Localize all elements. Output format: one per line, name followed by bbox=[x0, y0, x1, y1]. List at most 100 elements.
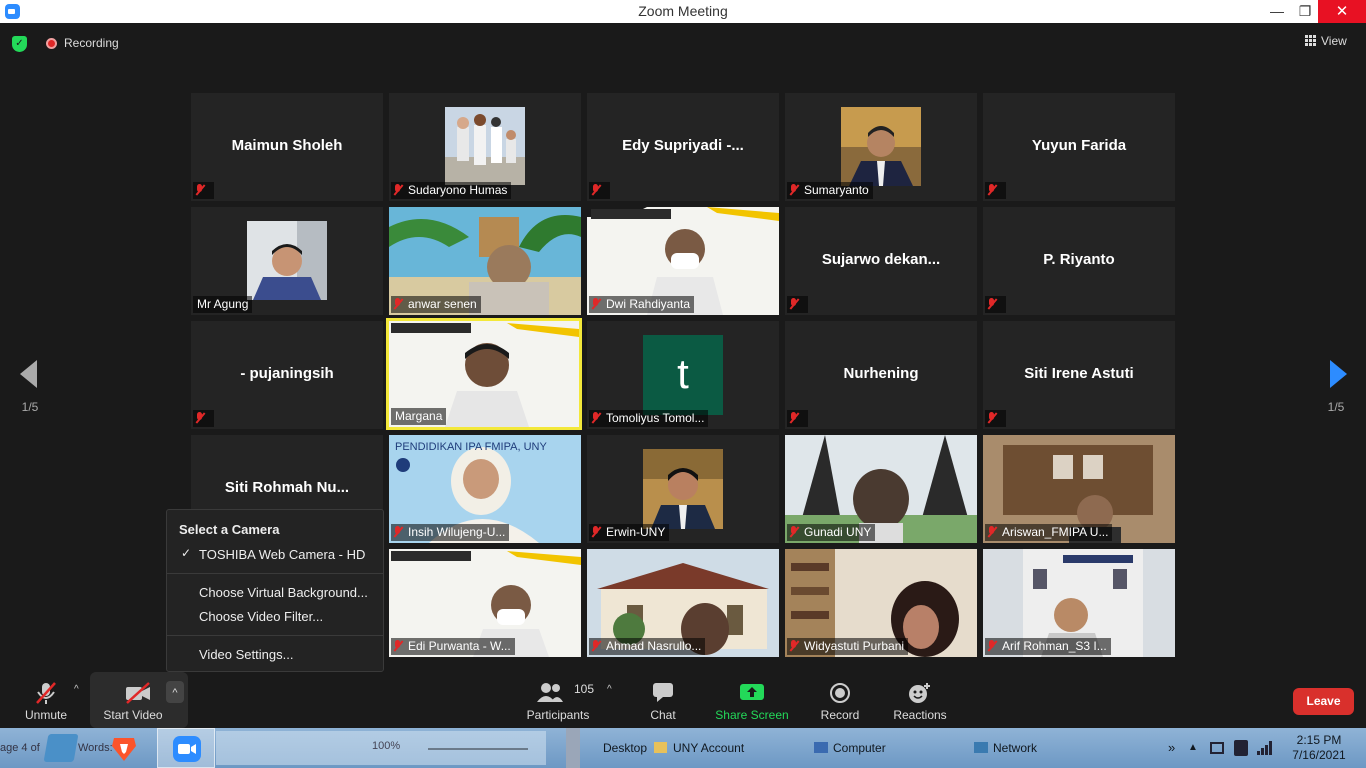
participant-name: Erwin-UNY bbox=[606, 525, 666, 539]
participant-label: Tomoliyus Tomol... bbox=[589, 410, 709, 427]
audio-options-caret-icon[interactable]: ^ bbox=[74, 684, 79, 695]
arrow-left-icon bbox=[20, 360, 37, 388]
mic-muted-icon bbox=[195, 412, 205, 424]
video-options-caret-icon[interactable]: ^ bbox=[166, 681, 184, 703]
mic-muted-icon bbox=[987, 412, 997, 424]
unmute-button[interactable]: Unmute bbox=[16, 672, 76, 728]
participant-tile[interactable]: Edy Supriyadi -... bbox=[587, 93, 779, 201]
uny-account-folder[interactable]: UNY Account bbox=[654, 728, 744, 768]
record-button[interactable]: Record bbox=[812, 672, 868, 728]
mic-muted-icon bbox=[789, 184, 799, 196]
network-shortcut[interactable]: Network bbox=[974, 728, 1037, 768]
participant-tile[interactable]: Ahmad Nasrullo... bbox=[587, 549, 779, 657]
participant-tile[interactable]: Gunadi UNY bbox=[785, 435, 977, 543]
maximize-button[interactable]: ❐ bbox=[1290, 0, 1320, 23]
scrollbar[interactable] bbox=[566, 728, 580, 768]
show-hidden-icons-icon[interactable]: ▲ bbox=[1188, 728, 1198, 768]
mic-muted-icon bbox=[591, 184, 601, 196]
chat-button[interactable]: Chat bbox=[638, 672, 688, 728]
minimize-button[interactable]: — bbox=[1262, 0, 1292, 23]
participants-button[interactable]: 105 Participants bbox=[522, 672, 594, 728]
participant-tile[interactable]: PENDIDIKAN IPA FMIPA, UNY Insih Wilujeng… bbox=[389, 435, 581, 543]
share-screen-button[interactable]: Share Screen bbox=[712, 672, 792, 728]
participant-name: Siti Rohmah Nu... bbox=[224, 479, 350, 496]
camera-option[interactable]: TOSHIBA Web Camera - HD bbox=[199, 547, 365, 562]
mic-muted-icon bbox=[987, 640, 997, 652]
participant-name: Insih Wilujeng-U... bbox=[408, 525, 506, 539]
participant-tile[interactable]: Dwi Rahdiyanta bbox=[587, 207, 779, 315]
participant-tile[interactable]: Maimun Sholeh bbox=[191, 93, 383, 201]
mic-muted-icon bbox=[591, 412, 601, 424]
participant-tile[interactable]: Ariswan_FMIPA U... bbox=[983, 435, 1175, 543]
participant-label: Erwin-UNY bbox=[589, 524, 670, 541]
participant-tile[interactable]: Sujarwo dekan... bbox=[785, 207, 977, 315]
clock-date: 7/16/2021 bbox=[1292, 748, 1346, 762]
view-button[interactable]: View bbox=[1305, 34, 1347, 48]
next-page-button[interactable]: 1/5 bbox=[1306, 320, 1366, 440]
participant-name: Tomoliyus Tomol... bbox=[606, 411, 705, 425]
participant-tile[interactable]: - pujaningsih bbox=[191, 321, 383, 429]
desktop-toolbar[interactable]: Desktop bbox=[603, 728, 647, 768]
recording-label[interactable]: Recording bbox=[64, 36, 119, 50]
share-screen-label: Share Screen bbox=[715, 708, 789, 722]
participant-tile[interactable]: anwar senen bbox=[389, 207, 581, 315]
recording-dot-icon bbox=[46, 38, 57, 49]
view-label: View bbox=[1321, 34, 1347, 48]
mic-muted-icon bbox=[987, 526, 997, 538]
leave-button[interactable]: Leave bbox=[1293, 688, 1354, 715]
signal-icon[interactable] bbox=[1257, 741, 1273, 755]
toolbar-overflow-icon[interactable]: » bbox=[1168, 728, 1175, 768]
notepad-icon[interactable] bbox=[43, 734, 79, 762]
action-center-icon[interactable] bbox=[1210, 742, 1224, 754]
zoom-slider[interactable] bbox=[428, 748, 528, 750]
participant-name: Mr Agung bbox=[197, 297, 249, 311]
start-video-button[interactable]: Start Video ^ bbox=[90, 672, 188, 728]
power-icon[interactable] bbox=[1234, 740, 1248, 756]
folder-icon bbox=[654, 742, 667, 753]
camera-menu: Select a Camera ✓ TOSHIBA Web Camera - H… bbox=[166, 509, 384, 672]
participant-name: Yuyun Farida bbox=[1031, 137, 1127, 154]
clock-time: 2:15 PM bbox=[1296, 733, 1342, 747]
start-video-label: Start Video bbox=[103, 708, 163, 722]
mic-muted-icon bbox=[591, 526, 601, 538]
participants-label: Participants bbox=[526, 708, 590, 722]
participant-tile[interactable]: Erwin-UNY bbox=[587, 435, 779, 543]
participant-label: Sudaryono Humas bbox=[391, 182, 512, 199]
participant-tile[interactable]: Sudaryono Humas bbox=[389, 93, 581, 201]
mic-muted-icon bbox=[789, 412, 799, 424]
participant-label: Dwi Rahdiyanta bbox=[589, 296, 695, 313]
participant-tile[interactable]: t Tomoliyus Tomol... bbox=[587, 321, 779, 429]
participant-tile[interactable]: Arif Rohman_S3 I... bbox=[983, 549, 1175, 657]
zoom-taskbar-button[interactable] bbox=[157, 728, 215, 768]
mic-muted-icon bbox=[591, 640, 601, 652]
participant-tile[interactable]: Siti Irene Astuti bbox=[983, 321, 1175, 429]
brave-browser-icon[interactable] bbox=[110, 734, 138, 762]
computer-shortcut[interactable]: Computer bbox=[814, 728, 886, 768]
participant-name: Sudaryono Humas bbox=[408, 183, 508, 197]
participants-caret-icon[interactable]: ^ bbox=[607, 684, 612, 695]
participant-tile[interactable]: P. Riyanto bbox=[983, 207, 1175, 315]
choose-video-filter[interactable]: Choose Video Filter... bbox=[199, 609, 323, 624]
choose-virtual-background[interactable]: Choose Virtual Background... bbox=[199, 585, 368, 600]
participant-tile[interactable]: Edi Purwanta - W... bbox=[389, 549, 581, 657]
participant-tile[interactable]: Sumaryanto bbox=[785, 93, 977, 201]
video-settings[interactable]: Video Settings... bbox=[199, 647, 293, 662]
word-count-status: Words: bbox=[78, 742, 113, 754]
mic-muted-icon bbox=[789, 526, 799, 538]
participant-tile[interactable]: Widyastuti Purbani bbox=[785, 549, 977, 657]
participant-tile[interactable]: Yuyun Farida bbox=[983, 93, 1175, 201]
profile-photo bbox=[643, 449, 723, 529]
previous-page-button[interactable]: 1/5 bbox=[0, 320, 60, 440]
participant-label: Sumaryanto bbox=[787, 182, 873, 199]
active-speaker-tile[interactable]: Margana bbox=[386, 318, 582, 430]
unmute-label: Unmute bbox=[24, 708, 68, 722]
security-shield-icon[interactable]: ✓ bbox=[12, 36, 27, 52]
participant-tile[interactable]: Nurhening bbox=[785, 321, 977, 429]
participant-tile[interactable]: Mr Agung bbox=[191, 207, 383, 315]
close-button[interactable]: ✕ bbox=[1318, 0, 1366, 23]
reactions-button[interactable]: Reactions bbox=[890, 672, 950, 728]
system-clock[interactable]: 2:15 PM 7/16/2021 bbox=[1283, 733, 1355, 763]
video-banner-text: PENDIDIKAN IPA FMIPA, UNY bbox=[395, 441, 547, 453]
participant-label bbox=[985, 182, 1006, 199]
participant-name: anwar senen bbox=[408, 297, 477, 311]
